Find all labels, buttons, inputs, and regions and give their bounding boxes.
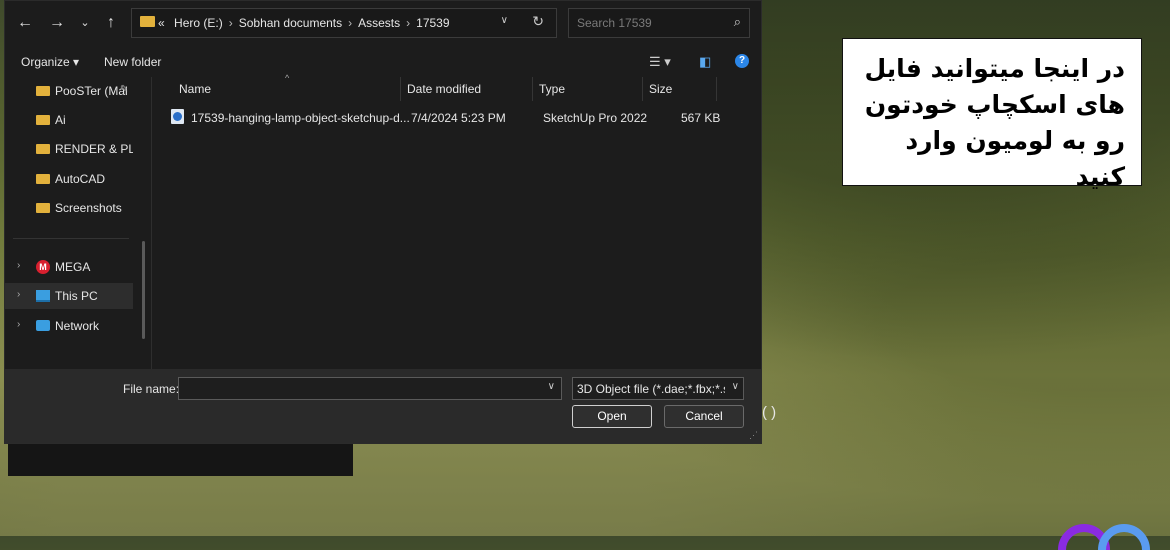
view-options-icon[interactable]: ☰ ▾ bbox=[649, 54, 671, 70]
computer-icon bbox=[36, 290, 50, 302]
nav-item-mega[interactable]: › M MEGA bbox=[5, 254, 133, 280]
breadcrumb-item-assests[interactable]: Assests bbox=[358, 16, 400, 30]
file-name-label: File name: bbox=[123, 382, 180, 396]
breadcrumb: « Hero (E:) › Sobhan documents › Assests › 175… bbox=[158, 16, 450, 30]
nav-item-label: Screenshots bbox=[55, 201, 122, 215]
open-button[interactable]: Open bbox=[572, 405, 652, 428]
nav-scrollbar[interactable] bbox=[142, 241, 145, 339]
nav-item-ai[interactable]: Ai bbox=[5, 107, 133, 133]
file-type: SketchUp Pro 2022 bbox=[543, 111, 648, 125]
resize-grip-icon[interactable]: ⋰ bbox=[749, 430, 758, 441]
search-input[interactable]: Search 17539 ⌕ bbox=[568, 8, 750, 38]
chevron-down-icon[interactable]: ∨ bbox=[732, 381, 739, 392]
column-header-date[interactable]: Date modified bbox=[407, 82, 481, 96]
background-window bbox=[8, 440, 353, 476]
folder-icon bbox=[36, 174, 50, 184]
column-divider[interactable] bbox=[400, 77, 401, 101]
nav-divider bbox=[13, 238, 129, 239]
folder-icon bbox=[36, 86, 50, 96]
nav-item-label: This PC bbox=[55, 289, 98, 303]
network-icon bbox=[36, 320, 50, 331]
recent-chevron-down-icon[interactable]: ⌄ bbox=[75, 13, 95, 33]
back-arrow-icon[interactable]: ← bbox=[15, 13, 35, 33]
expand-chevron-icon[interactable]: › bbox=[17, 319, 20, 330]
file-name-input[interactable]: ∨ bbox=[178, 377, 562, 400]
callout-line-3: رو به لومیون وارد کنید bbox=[905, 126, 1125, 191]
address-bar-row: ← → ⌄ ↑ « Hero (E:) › Sobhan documents › Ass… bbox=[5, 1, 761, 43]
breadcrumb-item-drive[interactable]: Hero (E:) bbox=[174, 16, 223, 30]
nav-item-label: MEGA bbox=[55, 260, 91, 274]
help-icon[interactable]: ? bbox=[735, 54, 749, 68]
cancel-button[interactable]: Cancel bbox=[664, 405, 744, 428]
new-folder-button[interactable]: New folder bbox=[104, 55, 161, 69]
nav-item-label: Ai bbox=[55, 113, 66, 127]
breadcrumb-item-documents[interactable]: Sobhan documents bbox=[239, 16, 342, 30]
folder-icon bbox=[36, 203, 50, 213]
file-date: 7/4/2024 5:23 PM bbox=[411, 111, 506, 125]
search-placeholder: Search 17539 bbox=[577, 16, 652, 30]
file-name: 17539-hanging-lamp-object-sketchup-d... bbox=[191, 111, 410, 125]
nav-item-autocad[interactable]: AutoCAD bbox=[5, 166, 133, 192]
organize-button[interactable]: Organize ▾ bbox=[21, 55, 79, 69]
column-header-type[interactable]: Type bbox=[539, 82, 565, 96]
column-divider[interactable] bbox=[532, 77, 533, 101]
folder-icon bbox=[140, 16, 155, 27]
up-arrow-icon[interactable]: ↑ bbox=[101, 13, 121, 33]
column-header-size[interactable]: Size bbox=[649, 82, 672, 96]
command-bar: Organize ▾ New folder ☰ ▾ ◧ ? bbox=[5, 47, 761, 77]
file-size: 567 KB bbox=[681, 111, 721, 125]
persian-callout-box: در اینجا میتوانید فایل های اسکچاپ خودتون… bbox=[842, 38, 1142, 191]
pin-icon: ✎ bbox=[120, 84, 129, 95]
sort-up-icon: ^ bbox=[285, 73, 290, 83]
nav-item-label: RENDER & PLUG bbox=[55, 142, 133, 156]
nav-item-pooster[interactable]: PooSTer (Mal ✎ bbox=[5, 78, 133, 104]
file-open-dialog: ← → ⌄ ↑ « Hero (E:) › Sobhan documents › Ass… bbox=[4, 0, 762, 444]
callout-line-1: در اینجا میتوانید فایل bbox=[864, 54, 1125, 83]
navigation-pane: PooSTer (Mal ✎ Ai RENDER & PLUG AutoCAD … bbox=[5, 77, 137, 369]
breadcrumb-item-17539[interactable]: 17539 bbox=[416, 16, 449, 30]
search-icon: ⌕ bbox=[733, 14, 741, 29]
mega-icon: M bbox=[36, 260, 50, 274]
column-header-name[interactable]: Name bbox=[179, 82, 211, 96]
chevron-down-icon[interactable]: ∨ bbox=[548, 381, 555, 392]
file-type-value: 3D Object file (*.dae;*.fbx;*.skp; bbox=[577, 382, 725, 396]
nav-item-screenshots[interactable]: Screenshots bbox=[5, 195, 133, 221]
dialog-footer: File name: ∨ 3D Object file (*.dae;*.fbx… bbox=[5, 369, 761, 443]
column-divider[interactable] bbox=[642, 77, 643, 101]
background-glyph: ( ) bbox=[762, 404, 777, 421]
expand-chevron-icon[interactable]: › bbox=[17, 289, 20, 300]
breadcrumb-overflow[interactable]: « bbox=[158, 16, 165, 30]
sketchup-file-icon bbox=[171, 109, 184, 124]
nav-item-label: Network bbox=[55, 319, 100, 333]
pane-divider[interactable] bbox=[151, 77, 152, 369]
nav-item-network[interactable]: › Network bbox=[5, 313, 133, 339]
file-type-select[interactable]: 3D Object file (*.dae;*.fbx;*.skp; ∨ bbox=[572, 377, 744, 400]
file-list: ^ Name Date modified Type Size 17539-han… bbox=[155, 73, 755, 369]
nav-item-label: AutoCAD bbox=[55, 172, 106, 186]
forward-arrow-icon[interactable]: → bbox=[47, 13, 67, 33]
column-divider[interactable] bbox=[716, 77, 717, 101]
preview-pane-icon[interactable]: ◧ bbox=[699, 54, 711, 70]
folder-icon bbox=[36, 144, 50, 154]
folder-icon bbox=[36, 115, 50, 125]
address-history-chevron-icon[interactable]: ∨ bbox=[501, 15, 508, 26]
expand-chevron-icon[interactable]: › bbox=[17, 260, 20, 271]
address-bar[interactable]: « Hero (E:) › Sobhan documents › Assests › 175… bbox=[131, 8, 557, 38]
file-row[interactable]: 17539-hanging-lamp-object-sketchup-d... … bbox=[165, 105, 720, 129]
brand-logo-icon bbox=[1058, 524, 1150, 550]
nav-item-render[interactable]: RENDER & PLUG bbox=[5, 136, 133, 162]
callout-line-2: های اسکچاپ خودتون bbox=[864, 90, 1125, 119]
refresh-icon[interactable]: ↻ bbox=[532, 13, 544, 30]
nav-item-this-pc[interactable]: › This PC bbox=[5, 283, 133, 309]
